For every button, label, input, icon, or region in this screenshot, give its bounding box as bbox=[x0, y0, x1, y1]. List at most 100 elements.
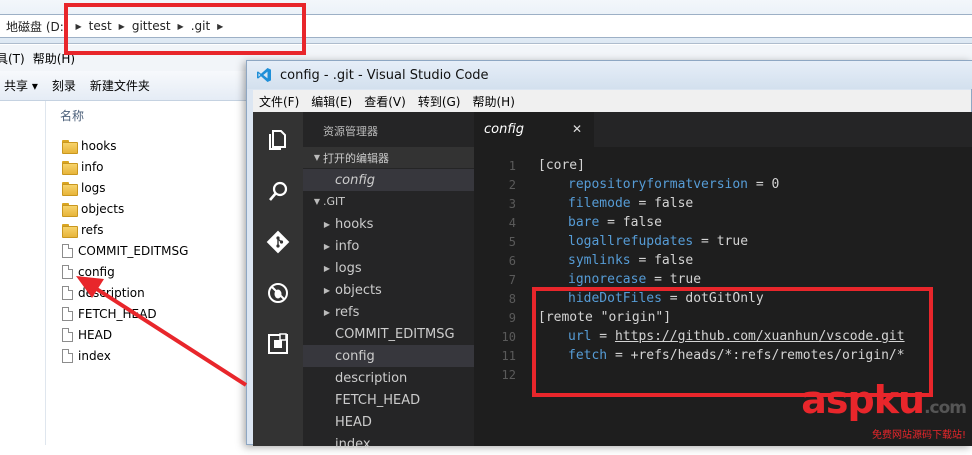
toolbar-button[interactable]: 新建文件夹 bbox=[90, 77, 164, 94]
tree-item-label: COMMIT_EDITMSG bbox=[335, 326, 455, 342]
close-icon[interactable]: ✕ bbox=[572, 122, 582, 136]
chevron-down-icon: ▼ bbox=[313, 197, 321, 206]
activity-bar bbox=[253, 112, 303, 446]
file-list-item[interactable]: COMMIT_EDITMSG bbox=[62, 240, 188, 261]
file-name: description bbox=[78, 285, 145, 300]
column-header-name[interactable]: 名称 bbox=[60, 107, 84, 124]
file-list-item[interactable]: HEAD bbox=[62, 324, 112, 345]
file-icon bbox=[62, 243, 73, 258]
toolbar-button[interactable]: 刻录 bbox=[52, 77, 90, 94]
code-key: [core] bbox=[538, 158, 585, 173]
tree-item-label: description bbox=[335, 370, 408, 386]
tree-item[interactable]: ▶ hooks bbox=[303, 213, 474, 235]
code-line: 2 repositoryformatversion = 0 bbox=[474, 175, 972, 194]
file-name: logs bbox=[81, 180, 106, 195]
code-text: logallrefupdates = true bbox=[568, 234, 748, 249]
files-icon[interactable] bbox=[266, 128, 290, 152]
code-operator: = bbox=[646, 272, 670, 287]
file-list-item[interactable]: description bbox=[62, 282, 145, 303]
code-operator: = bbox=[599, 215, 623, 230]
tree-item[interactable]: ▶ refs bbox=[303, 301, 474, 323]
git-icon[interactable] bbox=[266, 230, 290, 254]
vscode-menu-bar: 文件(F) 编辑(E) 查看(V) 转到(G) 帮助(H) bbox=[253, 90, 971, 112]
code-line: 3 filemode = false bbox=[474, 194, 972, 213]
tab-config[interactable]: config ✕ bbox=[474, 112, 594, 147]
code-key: ignorecase bbox=[568, 272, 647, 287]
line-number: 10 bbox=[501, 329, 516, 344]
code-value: false bbox=[654, 253, 694, 268]
watermark: aspku.com 免费网站源码下载站! bbox=[801, 380, 967, 441]
tree-item-label: objects bbox=[335, 282, 382, 298]
file-list-item[interactable]: refs bbox=[62, 219, 104, 240]
window-title: config - .git - Visual Studio Code bbox=[280, 67, 489, 83]
vscode-menu-item[interactable]: 编辑(E) bbox=[305, 93, 358, 110]
file-name: index bbox=[78, 348, 111, 363]
code-key: filemode bbox=[568, 196, 631, 211]
tree-item-label: info bbox=[335, 238, 360, 254]
vscode-menu-item[interactable]: 查看(V) bbox=[358, 93, 412, 110]
code-operator: = bbox=[630, 196, 655, 211]
file-name: COMMIT_EDITMSG bbox=[78, 243, 189, 258]
line-number: 8 bbox=[508, 291, 516, 306]
vscode-menu-item[interactable]: 文件(F) bbox=[253, 93, 305, 110]
file-icon bbox=[62, 327, 73, 342]
tree-item[interactable]: FETCH_HEAD bbox=[303, 389, 474, 411]
explorer-menu-item[interactable]: 具(T) bbox=[0, 50, 33, 67]
open-editors-header[interactable]: ▼ 打开的编辑器 bbox=[303, 147, 474, 168]
vscode-logo-icon bbox=[257, 68, 271, 82]
file-list-item[interactable]: index bbox=[62, 345, 111, 366]
file-icon bbox=[62, 348, 73, 363]
code-text: filemode = false bbox=[568, 196, 693, 211]
open-editor-item[interactable]: config bbox=[303, 169, 474, 191]
tree-item[interactable]: config bbox=[303, 345, 474, 367]
extensions-icon[interactable] bbox=[266, 332, 290, 356]
vscode-menu-item[interactable]: 帮助(H) bbox=[466, 93, 520, 110]
tree-item-label: config bbox=[335, 348, 375, 364]
line-number: 3 bbox=[508, 196, 516, 211]
code-value: false bbox=[654, 196, 694, 211]
sidebar-title: 资源管理器 bbox=[323, 125, 378, 138]
debug-icon[interactable] bbox=[266, 281, 290, 305]
tree-item[interactable]: ▶ logs bbox=[303, 257, 474, 279]
code-text: bare = false bbox=[568, 215, 662, 230]
file-name: FETCH_HEAD bbox=[78, 306, 157, 321]
code-text: repositoryformatversion = 0 bbox=[568, 177, 779, 192]
file-list-item[interactable]: objects bbox=[62, 198, 124, 219]
file-list-item[interactable]: config bbox=[62, 261, 115, 282]
code-value: true bbox=[716, 234, 749, 249]
tree-item[interactable]: HEAD bbox=[303, 411, 474, 433]
file-icon bbox=[62, 264, 73, 279]
code-line: 1 [core] bbox=[474, 156, 972, 175]
chevron-right-icon: ▶ bbox=[323, 263, 331, 273]
line-number: 11 bbox=[501, 348, 516, 363]
tree-item-label: hooks bbox=[335, 216, 374, 232]
vscode-menu-item[interactable]: 转到(G) bbox=[412, 93, 467, 110]
file-list-item[interactable]: FETCH_HEAD bbox=[62, 303, 157, 324]
line-number: 4 bbox=[508, 215, 516, 230]
file-list-item[interactable]: logs bbox=[62, 177, 106, 198]
file-list-item[interactable]: info bbox=[62, 156, 104, 177]
folder-header[interactable]: ▼ .GIT bbox=[303, 191, 474, 212]
file-name: hooks bbox=[81, 138, 117, 153]
tree-item[interactable]: COMMIT_EDITMSG bbox=[303, 323, 474, 345]
code-line: 4 bare = false bbox=[474, 213, 972, 232]
tree-item-label: refs bbox=[335, 304, 360, 320]
tree-item[interactable]: index bbox=[303, 433, 474, 455]
tree-item[interactable]: ▶ objects bbox=[303, 279, 474, 301]
search-icon[interactable] bbox=[266, 179, 290, 203]
code-key: logallrefupdates bbox=[568, 234, 694, 249]
tree-item[interactable]: ▶ info bbox=[303, 235, 474, 257]
tree-item-label: logs bbox=[335, 260, 362, 276]
code-operator: = bbox=[748, 177, 772, 192]
code-line: 6 symlinks = false bbox=[474, 251, 972, 270]
tree-item[interactable]: description bbox=[303, 367, 474, 389]
tree-item-label: FETCH_HEAD bbox=[335, 392, 421, 408]
file-list-item[interactable]: hooks bbox=[62, 135, 117, 156]
chevron-right-icon: ▶ bbox=[323, 307, 331, 317]
file-name: HEAD bbox=[78, 327, 113, 342]
code-operator: = bbox=[630, 253, 655, 268]
line-number: 9 bbox=[508, 310, 516, 325]
file-name: objects bbox=[81, 201, 125, 216]
toolbar-button[interactable]: 共享 ▾ bbox=[0, 77, 52, 94]
code-value: false bbox=[622, 215, 662, 230]
